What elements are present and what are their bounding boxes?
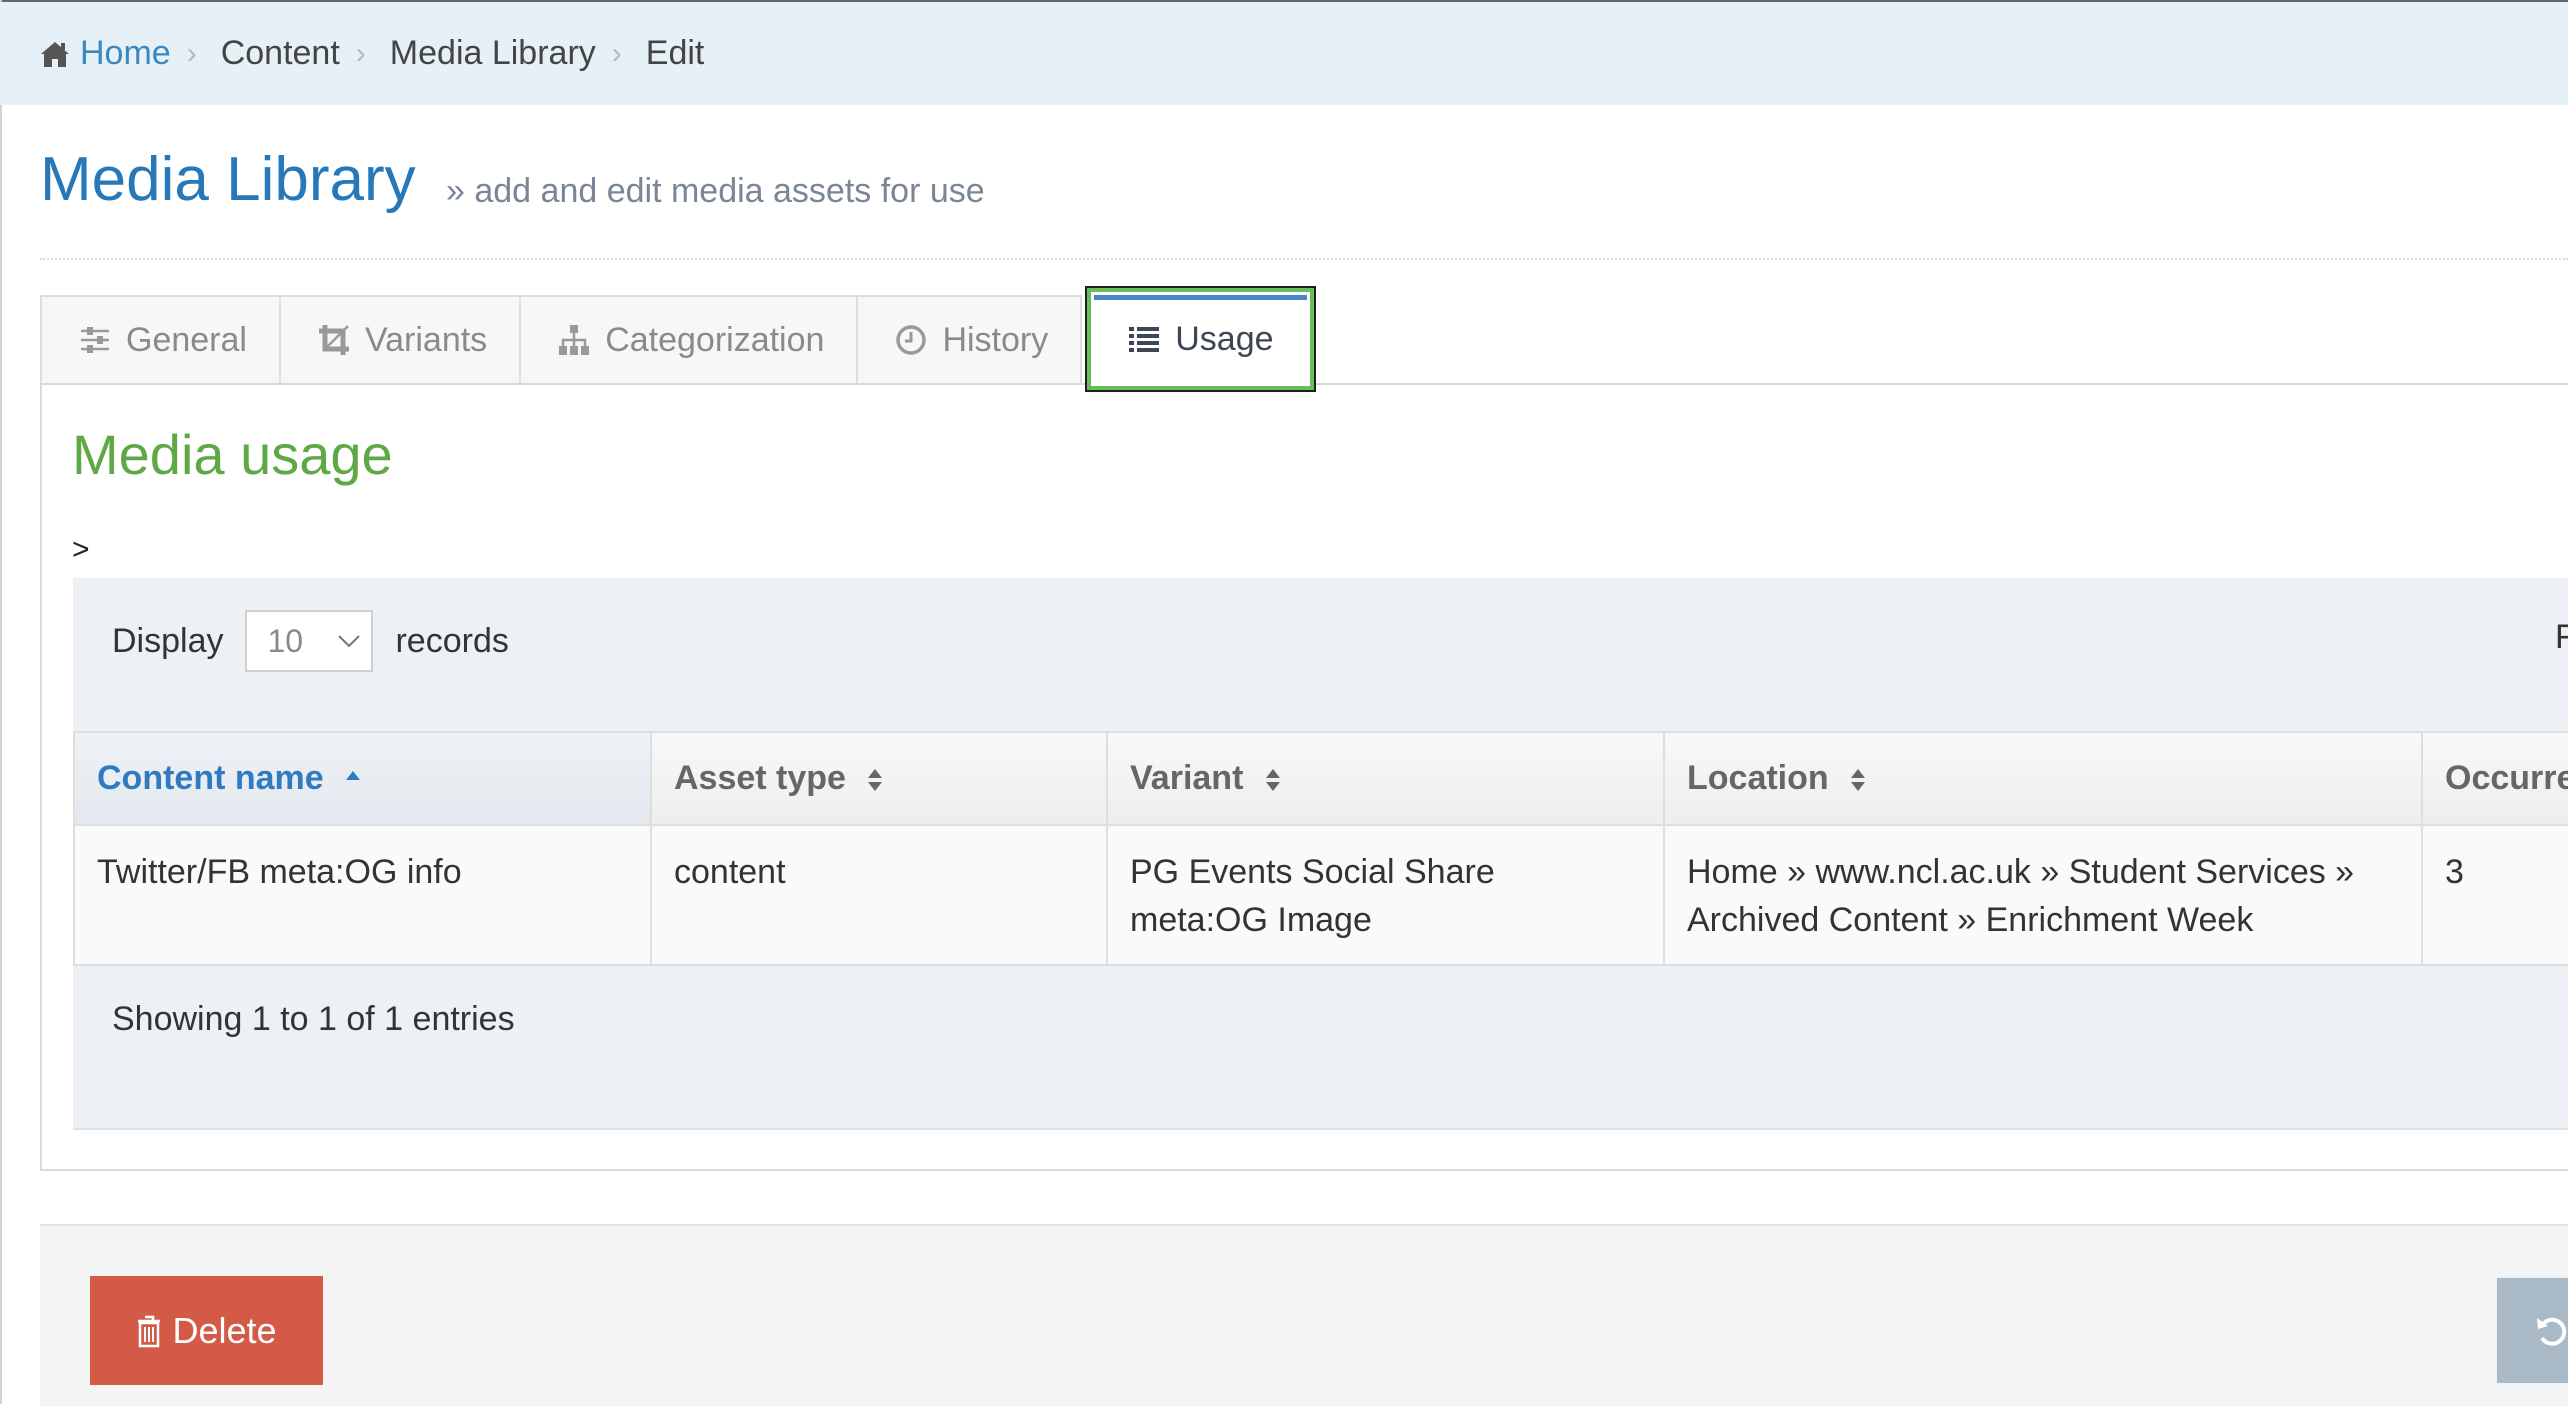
tab-history-label: History — [942, 320, 1049, 359]
sort-asc-icon — [346, 771, 361, 781]
tab-bar: General Variants Categorization History — [40, 286, 1316, 392]
column-header-label: Variant — [1130, 759, 1244, 797]
column-header-label: Occurre — [2445, 759, 2568, 797]
table-row: Twitter/FB meta:OG info content PG Event… — [73, 824, 2568, 966]
sliders-icon — [78, 323, 112, 357]
sort-icon — [1265, 769, 1280, 792]
column-header-label: Asset type — [674, 759, 846, 797]
home-icon — [41, 41, 69, 67]
breadcrumb: Home › Content › Media Library › Edit — [0, 2, 2568, 105]
column-header-variant[interactable]: Variant — [1106, 731, 1665, 826]
reset-button[interactable] — [2495, 1276, 2568, 1385]
window-left-edge — [0, 0, 2, 1404]
column-header-asset-type[interactable]: Asset type — [650, 731, 1108, 826]
tab-categorization-label: Categorization — [605, 320, 825, 359]
cell-content-name: Twitter/FB meta:OG info — [73, 824, 652, 966]
records-label: records — [395, 621, 509, 660]
page-title: Media Library — [40, 145, 416, 214]
page-length-select[interactable]: 10 — [245, 610, 374, 672]
cell-occurrences: 3 — [2421, 824, 2568, 966]
breadcrumb-content[interactable]: Content — [221, 34, 340, 73]
delete-button[interactable]: Delete — [90, 1276, 323, 1385]
page-subtitle: » add and edit media assets for use — [446, 172, 985, 210]
sort-icon — [868, 769, 883, 792]
form-actions-bar — [40, 1224, 2568, 1406]
page-length-value: 10 — [267, 622, 304, 659]
cell-variant: PG Events Social Share meta:OG Image — [1106, 824, 1665, 966]
undo-icon — [2537, 1317, 2567, 1346]
filter-label: F — [2555, 618, 2568, 656]
clock-icon — [894, 323, 928, 357]
column-header-content-name[interactable]: Content name — [73, 731, 652, 826]
header-divider — [40, 258, 2568, 260]
section-title: Media usage — [72, 423, 393, 486]
column-header-label: Content name — [97, 759, 324, 797]
trash-icon — [138, 1315, 161, 1347]
sort-icon — [1851, 769, 1866, 792]
table-header-row: Content name Asset type Variant Location… — [73, 731, 2568, 826]
tab-usage[interactable]: Usage — [1085, 286, 1316, 392]
breadcrumb-separator: › — [355, 36, 366, 70]
usage-table: Content name Asset type Variant Location… — [73, 731, 2568, 966]
list-icon — [1127, 322, 1161, 356]
tab-variants-label: Variants — [364, 320, 488, 359]
stray-text: > — [72, 533, 90, 566]
cell-asset-type: content — [650, 824, 1108, 966]
breadcrumb-separator: › — [611, 36, 622, 70]
breadcrumb-separator: › — [186, 36, 197, 70]
cell-location: Home » www.ncl.ac.uk » Student Services … — [1663, 824, 2423, 966]
delete-button-label: Delete — [172, 1309, 277, 1351]
column-header-occurrences[interactable]: Occurre — [2421, 731, 2568, 826]
tab-general-label: General — [126, 320, 247, 359]
column-header-label: Location — [1687, 759, 1829, 797]
tab-general[interactable]: General — [40, 295, 281, 383]
table-info: Showing 1 to 1 of 1 entries — [112, 1000, 515, 1038]
breadcrumb-home-label[interactable]: Home — [80, 34, 171, 73]
tab-categorization[interactable]: Categorization — [519, 295, 859, 383]
breadcrumb-home[interactable]: Home — [40, 34, 171, 73]
display-label: Display — [112, 621, 224, 660]
tab-history[interactable]: History — [856, 295, 1083, 383]
chevron-down-icon — [338, 635, 361, 648]
tab-variants[interactable]: Variants — [278, 295, 522, 383]
sitemap-icon — [557, 323, 591, 357]
column-header-location[interactable]: Location — [1663, 731, 2423, 826]
crop-icon — [317, 323, 351, 357]
breadcrumb-edit: Edit — [645, 34, 705, 72]
breadcrumb-media-library[interactable]: Media Library — [390, 34, 596, 73]
page-length-control: Display 10 records — [112, 608, 509, 674]
tab-usage-label: Usage — [1175, 319, 1274, 358]
